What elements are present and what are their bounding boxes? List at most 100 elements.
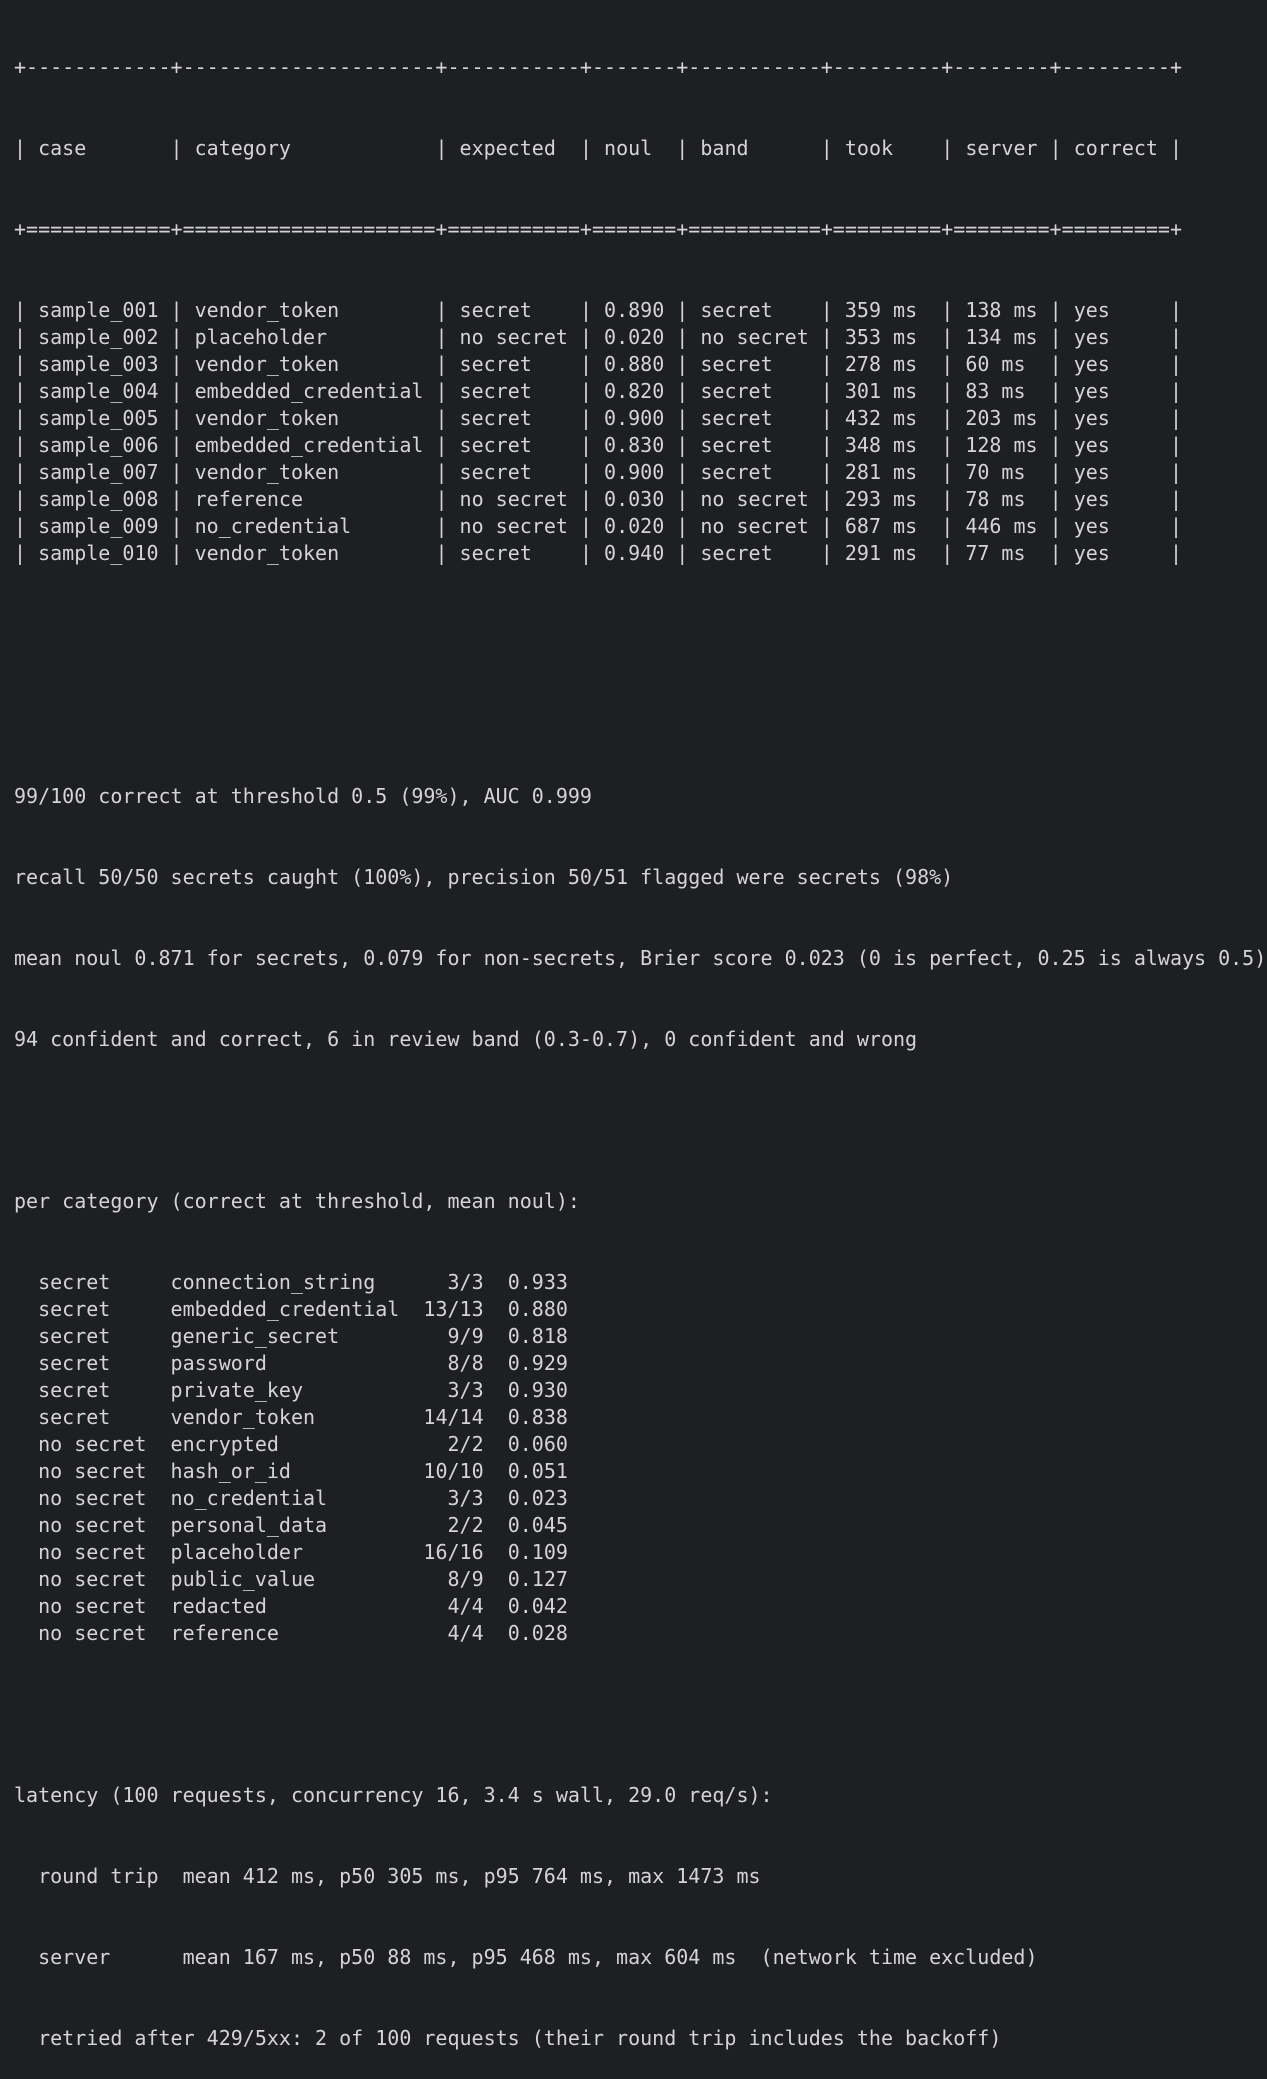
table-row: | sample_008 | reference | no secret | 0… <box>14 487 1183 511</box>
category-row: no secret personal_data 2/2 0.045 <box>14 1512 1266 1539</box>
table-cell: secret <box>459 379 568 403</box>
table-cell: sample_004 <box>38 379 159 403</box>
table-cell: secret <box>459 352 568 376</box>
table-cell: 0.820 <box>604 379 665 403</box>
table-cell: 278 ms <box>844 352 930 376</box>
category-kind: secret <box>38 1297 171 1321</box>
table-cell: 0.830 <box>604 433 665 457</box>
per-category-list: secret connection_string 3/3 0.933 secre… <box>14 1269 1266 1647</box>
table-cell: yes <box>1073 298 1158 322</box>
category-name: encrypted <box>170 1432 412 1456</box>
latency-heading: latency (100 requests, concurrency 16, 3… <box>14 1783 773 1807</box>
category-kind: secret <box>38 1351 171 1375</box>
category-mean: 0.930 <box>507 1378 568 1402</box>
table-cell: embedded_credential <box>194 433 424 457</box>
table-cell: sample_005 <box>38 406 159 430</box>
category-kind: secret <box>38 1405 171 1429</box>
table-row: | sample_004 | embedded_credential | sec… <box>14 379 1183 403</box>
table-row: | sample_002 | placeholder | no secret |… <box>14 325 1183 349</box>
table-cell: 291 ms <box>844 541 930 565</box>
table-cell: vendor_token <box>194 298 424 322</box>
category-count: 16/16 <box>411 1540 508 1564</box>
table-cell: no secret <box>459 514 568 538</box>
table-cell: sample_001 <box>38 298 159 322</box>
category-name: embedded_credential <box>170 1297 412 1321</box>
category-count: 4/4 <box>411 1594 508 1618</box>
table-cell: 138 ms <box>965 298 1038 322</box>
category-row: no secret encrypted 2/2 0.060 <box>14 1431 1266 1458</box>
category-name: redacted <box>170 1594 412 1618</box>
table-cell: yes <box>1073 433 1158 457</box>
category-row: no secret no_credential 3/3 0.023 <box>14 1485 1266 1512</box>
category-kind: secret <box>38 1324 171 1348</box>
table-cell: secret <box>459 406 568 430</box>
table-cell: no secret <box>459 325 568 349</box>
category-name: placeholder <box>170 1540 412 1564</box>
table-row: | sample_006 | embedded_credential | sec… <box>14 433 1183 457</box>
category-row: no secret placeholder 16/16 0.109 <box>14 1539 1266 1566</box>
table-cell: 203 ms <box>965 406 1038 430</box>
category-kind: no secret <box>38 1621 171 1645</box>
category-row: secret private_key 3/3 0.930 <box>14 1377 1266 1404</box>
category-kind: secret <box>38 1378 171 1402</box>
table-cell: secret <box>700 406 809 430</box>
table-cell: secret <box>700 352 809 376</box>
table-cell: 83 ms <box>965 379 1038 403</box>
category-row: no secret reference 4/4 0.028 <box>14 1620 1266 1647</box>
category-name: connection_string <box>170 1270 412 1294</box>
category-count: 2/2 <box>411 1513 508 1537</box>
table-cell: secret <box>459 298 568 322</box>
table-cell: placeholder <box>194 325 424 349</box>
table-row: | sample_007 | vendor_token | secret | 0… <box>14 460 1183 484</box>
category-count: 2/2 <box>411 1432 508 1456</box>
table-cell: yes <box>1073 352 1158 376</box>
table-cell: 0.940 <box>604 541 665 565</box>
table-header-cell: band <box>700 136 809 160</box>
table-cell: vendor_token <box>194 541 424 565</box>
category-name: reference <box>170 1621 412 1645</box>
category-kind: no secret <box>38 1432 171 1456</box>
table-cell: secret <box>459 541 568 565</box>
table-cell: 301 ms <box>844 379 930 403</box>
category-mean: 0.933 <box>507 1270 568 1294</box>
category-count: 8/9 <box>411 1567 508 1591</box>
category-mean: 0.023 <box>507 1486 568 1510</box>
category-count: 9/9 <box>411 1324 508 1348</box>
category-row: no secret hash_or_id 10/10 0.051 <box>14 1458 1266 1485</box>
category-count: 3/3 <box>411 1270 508 1294</box>
table-cell: sample_009 <box>38 514 159 538</box>
summary-line: 99/100 correct at threshold 0.5 (99%), A… <box>14 784 592 808</box>
table-cell: yes <box>1073 325 1158 349</box>
table-cell: 0.900 <box>604 460 665 484</box>
table-header-cell: server <box>965 136 1038 160</box>
table-cell: secret <box>459 460 568 484</box>
table-cell: vendor_token <box>194 352 424 376</box>
category-mean: 0.880 <box>507 1297 568 1321</box>
category-row: secret vendor_token 14/14 0.838 <box>14 1404 1266 1431</box>
terminal-output: +------------+---------------------+----… <box>14 0 1266 2079</box>
category-mean: 0.028 <box>507 1621 568 1645</box>
category-mean: 0.929 <box>507 1351 568 1375</box>
table-row: | sample_005 | vendor_token | secret | 0… <box>14 406 1183 430</box>
table-cell: vendor_token <box>194 460 424 484</box>
table-cell: sample_007 <box>38 460 159 484</box>
table-cell: secret <box>700 541 809 565</box>
latency-round-trip: round trip mean 412 ms, p50 305 ms, p95 … <box>14 1864 761 1888</box>
table-cell: vendor_token <box>194 406 424 430</box>
latency-server: server mean 167 ms, p50 88 ms, p95 468 m… <box>14 1945 1038 1969</box>
category-mean: 0.127 <box>507 1567 568 1591</box>
table-cell: secret <box>700 460 809 484</box>
table-cell: no secret <box>459 487 568 511</box>
table-border-header: +============+=====================+====… <box>14 217 1182 241</box>
table-cell: 0.900 <box>604 406 665 430</box>
table-cell: 359 ms <box>844 298 930 322</box>
table-cell: 128 ms <box>965 433 1038 457</box>
table-cell: 348 ms <box>844 433 930 457</box>
category-kind: no secret <box>38 1567 171 1591</box>
table-cell: 0.890 <box>604 298 665 322</box>
category-kind: no secret <box>38 1594 171 1618</box>
